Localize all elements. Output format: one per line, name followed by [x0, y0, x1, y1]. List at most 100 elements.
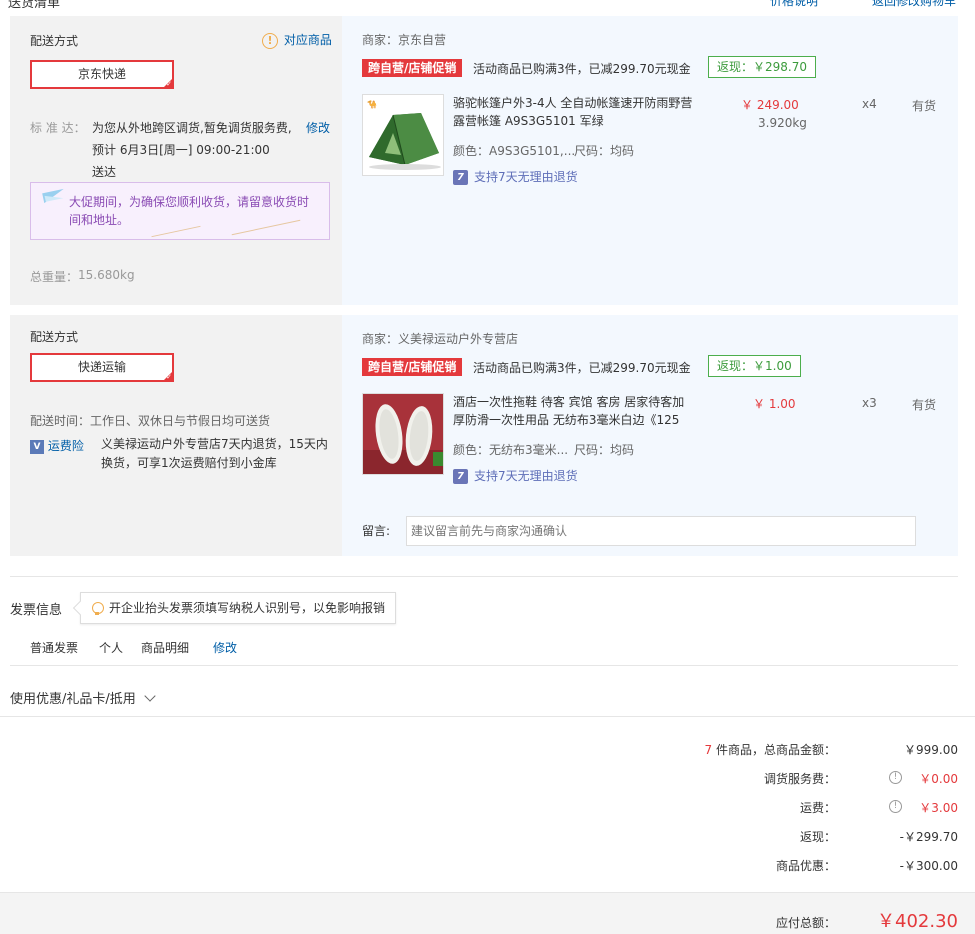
shield-icon: V [30, 439, 44, 454]
invoice-tip-text: 开企业抬头发票须填写纳税人识别号，以免影响报销 [109, 601, 386, 615]
color-attr: 颜色：A9S3G5101,... [453, 144, 576, 158]
delivery-list-title: 送货清单 [8, 0, 61, 8]
goods-total-value: ￥999.00 [904, 743, 958, 757]
weight-label: 总重量： [30, 270, 79, 284]
promo-text: 活动商品已购满3件，已减299.70元现金 [473, 361, 691, 375]
divider [10, 576, 958, 577]
package-1-goods: 商家： 京东自营 跨自营/店铺促销 活动商品已购满3件，已减299.70元现金 … [342, 16, 958, 305]
stock-status: 有货 [912, 99, 937, 113]
standard-text: 为您从外地跨区调货,暂免调货服务费, [92, 121, 292, 135]
message-label: 留言: [362, 524, 391, 538]
rebate-value: -￥299.70 [899, 830, 958, 844]
payable-value: ￥402.30 [877, 911, 958, 932]
merchant-name: 京东自营 [398, 33, 447, 47]
invoice-type: 普通发票 [30, 641, 79, 655]
return-policy: 7 支持7天无理由退货 [453, 168, 578, 185]
promo-notice: 大促期间，为确保您顺利收货，请留意收货时间和地址。 [30, 182, 330, 240]
summary-freight: 运费： ! ￥3.00 [558, 799, 958, 819]
freight-insurance-label: 运费险 [47, 439, 84, 453]
related-goods-link[interactable]: ! 对应商品 [262, 31, 332, 49]
size-attr: 尺码：均码 [574, 443, 635, 457]
package-2-shipping: 配送方式 快递运输 ✓ 配送时间：工作日、双休日与节假日均可送货 V 运费险 义… [10, 315, 342, 556]
summary-transfer-fee: 调货服务费： ! ￥0.00 [558, 770, 958, 790]
product-qty: x4 [862, 97, 877, 111]
transfer-fee-value: ￥0.00 [919, 772, 958, 786]
invoice-content: 商品明细 [141, 641, 190, 655]
discount-label: 商品优惠： [775, 859, 836, 873]
invoice-header: 个人 [99, 641, 124, 655]
invoice-title: 发票信息 [10, 603, 63, 618]
price-note-link[interactable]: 价格说明 [770, 0, 818, 8]
return-policy-text: 支持7天无理由退货 [474, 469, 578, 483]
color-attr: 颜色：无纺布3毫米... [453, 443, 569, 457]
notice-text: 大促期间，为确保您顺利收货，请留意收货时间和地址。 [69, 195, 310, 227]
insurance-text: 义美禄运动户外专营店7天内退货，15天内换货，可享1次运费赔付到小金库 [101, 437, 328, 470]
eta-line2: 送达 [92, 165, 117, 179]
product-weight: 3.920kg [758, 116, 807, 130]
weight-value: 15.680kg [78, 268, 135, 282]
merchant-name: 义美禄运动户外专营店 [398, 332, 519, 346]
product-name[interactable]: 酒店一次性拖鞋 待客 宾馆 客房 居家待客加厚防滑一次性用品 无纺布3毫米白边《… [453, 393, 693, 429]
product-thumbnail-tent[interactable]: 🐪 [362, 94, 444, 176]
promo-text: 活动商品已购满3件，已减299.70元现金 [473, 62, 691, 76]
tent-image: 🐪 [363, 95, 443, 175]
promo-tag: 跨自营/店铺促销 [362, 59, 463, 77]
standard-label: 标 准 达： [30, 121, 86, 135]
payable-label: 应付总额： [775, 916, 836, 930]
info-icon[interactable]: ! [889, 771, 902, 784]
invoice-modify-link[interactable]: 修改 [213, 639, 237, 656]
top-strip: 送货清单 价格说明 返回修改购物车 [0, 0, 975, 8]
seven-day-return-icon: 7 [453, 469, 468, 484]
chevron-down-icon [144, 690, 156, 702]
package-1-shipping: 配送方式 ! 对应商品 京东快递 ✓ 标 准 达： 为您从外地跨区调货,暂免调货… [10, 16, 342, 305]
item-count: 7 [704, 743, 713, 757]
ship-option-label: 京东快递 [77, 67, 126, 81]
back-to-cart-link[interactable]: 返回修改购物车 [872, 0, 956, 8]
delivery-time: 配送时间：工作日、双休日与节假日均可送货 [30, 414, 271, 428]
size-attr: 尺码：均码 [574, 144, 635, 158]
merchant-label: 商家： [362, 33, 399, 47]
ship-option-express[interactable]: 快递运输 ✓ [30, 353, 174, 382]
return-policy-text: 支持7天无理由退货 [474, 170, 578, 184]
rebate-label: 返现： [799, 830, 836, 844]
product-price: ￥ 1.00 [753, 397, 796, 411]
check-icon: ✓ [166, 80, 172, 88]
standard-modify-link[interactable]: 修改 [306, 119, 330, 136]
rebate-badge: 返现：￥298.70 [708, 56, 816, 78]
eta-line1: 预计 6月3日[周一] 09:00-21:00 [92, 143, 270, 157]
product-thumbnail-slippers[interactable] [362, 393, 444, 475]
return-policy: 7 支持7天无理由退货 [453, 467, 578, 484]
summary-rebate: 返现： -￥299.70 [558, 828, 958, 848]
promo-tag: 跨自营/店铺促销 [362, 358, 463, 376]
warning-icon: ! [262, 32, 278, 49]
slippers-image [363, 394, 443, 474]
related-goods-text: 对应商品 [283, 33, 332, 47]
package-1: 配送方式 ! 对应商品 京东快递 ✓ 标 准 达： 为您从外地跨区调货,暂免调货… [10, 16, 958, 305]
svg-text:🐪: 🐪 [367, 100, 377, 109]
product-name[interactable]: 骆驼帐篷户外3-4人 全自动帐篷速开防雨野营露营帐篷 A9S3G5101 军绿 [453, 94, 693, 130]
freight-value: ￥3.00 [919, 801, 958, 815]
coupons-title: 使用优惠/礼品卡/抵用 [10, 692, 136, 707]
freight-label: 运费： [799, 801, 836, 815]
discount-value: -￥300.00 [899, 859, 958, 873]
payable-bar: 应付总额： ￥402.30 [0, 892, 975, 934]
transfer-fee-label: 调货服务费： [763, 772, 836, 786]
freight-insurance-link[interactable]: V 运费险 [30, 437, 84, 454]
ship-method-label: 配送方式 [30, 330, 79, 344]
seven-day-return-icon: 7 [453, 170, 468, 185]
coupons-toggle[interactable]: 使用优惠/礼品卡/抵用 [10, 688, 156, 707]
product-price: ￥ 249.00 [741, 98, 799, 112]
lightbulb-icon [91, 601, 104, 616]
package-2: 配送方式 快递运输 ✓ 配送时间：工作日、双休日与节假日均可送货 V 运费险 义… [10, 315, 958, 556]
message-input[interactable] [406, 516, 916, 546]
rebate-badge: 返现：￥1.00 [708, 355, 801, 377]
stock-status: 有货 [912, 398, 937, 412]
info-icon[interactable]: ! [889, 800, 902, 813]
divider [0, 716, 975, 717]
merchant-label: 商家： [362, 332, 399, 346]
summary-goods-total: 7 件商品，总商品金额： ￥999.00 [558, 741, 958, 761]
product-qty: x3 [862, 396, 877, 410]
divider [10, 665, 958, 666]
ship-option-jd-express[interactable]: 京东快递 ✓ [30, 60, 174, 89]
item-count-suffix: 件商品，总商品金额： [715, 743, 836, 757]
